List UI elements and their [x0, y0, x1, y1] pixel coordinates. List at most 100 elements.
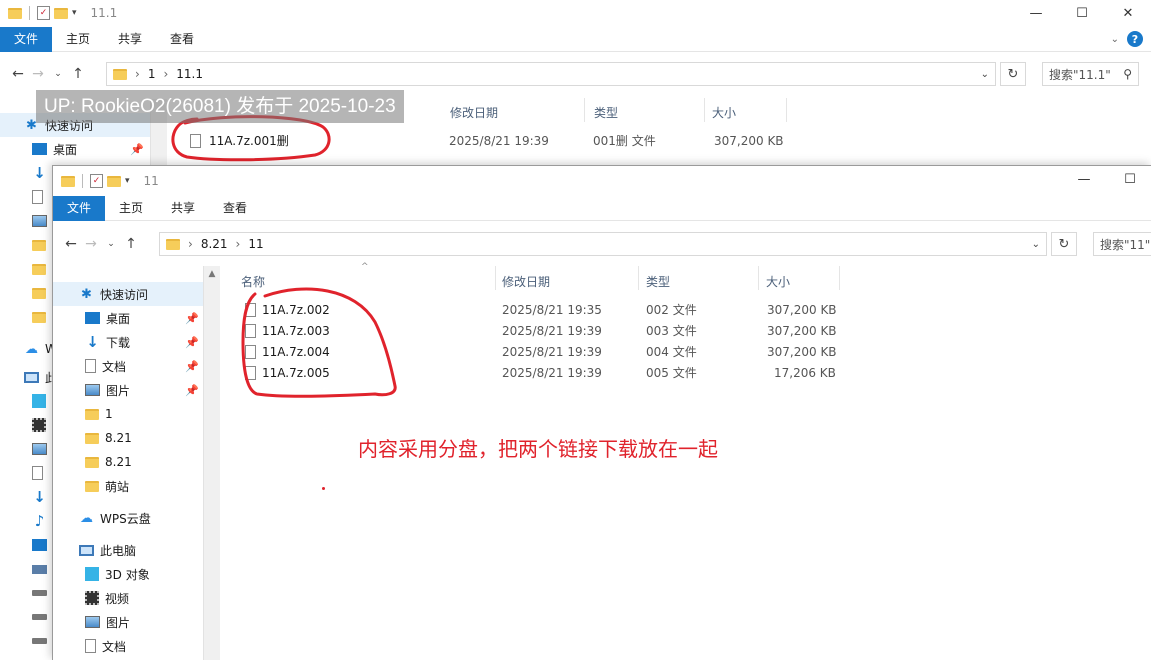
- chevron-down-icon[interactable]: ⌄: [1032, 239, 1040, 250]
- minimize-button[interactable]: —: [1061, 166, 1107, 192]
- customize-dropdown-icon[interactable]: ▾: [72, 8, 77, 18]
- sidebar-item-desktop[interactable]: 桌面 📌: [0, 137, 150, 161]
- back-arrow-icon[interactable]: ←: [61, 236, 81, 252]
- breadcrumb-item[interactable]: 1: [148, 67, 156, 81]
- file-icon: [190, 133, 201, 148]
- sidebar-item-pictures[interactable]: 图片 📌: [53, 378, 203, 402]
- column-divider[interactable]: [638, 266, 639, 290]
- file-type: 003 文件: [646, 324, 697, 338]
- address-bar[interactable]: › 1 › 11.1 ⌄: [106, 62, 996, 86]
- search-input[interactable]: 搜索"11.1" ⚲: [1042, 62, 1139, 86]
- folder-icon: [32, 311, 46, 323]
- refresh-button[interactable]: ↻: [1051, 232, 1077, 256]
- customize-dropdown-icon[interactable]: ▾: [125, 176, 130, 186]
- tab-share[interactable]: 共享: [104, 27, 156, 52]
- sidebar-item-label: 8.21: [105, 455, 132, 469]
- up-arrow-icon[interactable]: ↑: [121, 236, 141, 252]
- maximize-button[interactable]: ☐: [1059, 0, 1105, 26]
- picture-icon: [85, 616, 100, 628]
- folder-icon: [32, 287, 46, 299]
- pc-icon: [24, 371, 39, 383]
- recent-dropdown-icon[interactable]: ⌄: [101, 239, 121, 249]
- chevron-down-icon[interactable]: ⌄: [981, 69, 989, 80]
- tab-view[interactable]: 查看: [209, 196, 261, 221]
- help-icon[interactable]: ?: [1127, 31, 1143, 47]
- new-folder-icon[interactable]: [107, 175, 121, 187]
- column-divider[interactable]: [704, 98, 705, 122]
- folder-icon: [32, 263, 46, 275]
- sidebar-item-folder-1[interactable]: 1: [53, 402, 203, 426]
- forward-arrow-icon[interactable]: →: [28, 66, 48, 82]
- minimize-button[interactable]: —: [1013, 0, 1059, 26]
- tab-file[interactable]: 文件: [53, 195, 106, 221]
- sidebar-item-3d-objects[interactable]: 3D 对象: [53, 562, 203, 586]
- expand-ribbon-icon[interactable]: ⌄: [1111, 34, 1119, 45]
- sidebar-item-folder-8-21[interactable]: 8.21: [53, 426, 203, 450]
- window-controls: — ☐ ✕: [1013, 0, 1151, 26]
- properties-icon[interactable]: ✓: [90, 174, 103, 188]
- file-row[interactable]: 11A.7z.002 2025/8/21 19:35 002 文件 307,20…: [245, 299, 845, 320]
- search-input[interactable]: 搜索"11": [1093, 232, 1151, 256]
- column-header-name[interactable]: 名称: [241, 273, 265, 290]
- file-row[interactable]: 11A.7z.003 2025/8/21 19:39 003 文件 307,20…: [245, 320, 845, 341]
- refresh-button[interactable]: ↻: [1000, 62, 1026, 86]
- back-arrow-icon[interactable]: ←: [8, 66, 28, 82]
- sidebar-item-quick-access[interactable]: ✱ 快速访问: [53, 282, 203, 306]
- tab-home[interactable]: 主页: [52, 27, 104, 52]
- file-row[interactable]: 11A.7z.005 2025/8/21 19:39 005 文件 17,206…: [245, 362, 845, 383]
- download-icon: ↓: [33, 488, 46, 506]
- breadcrumb-item[interactable]: 11: [248, 237, 263, 251]
- file-row[interactable]: 11A.7z.004 2025/8/21 19:39 004 文件 307,20…: [245, 341, 845, 362]
- sidebar-item-downloads[interactable]: ↓ 下载 📌: [53, 330, 203, 354]
- sidebar-item-folder-8-21[interactable]: 8.21: [53, 450, 203, 474]
- sidebar-item-desktop[interactable]: 桌面 📌: [53, 306, 203, 330]
- column-divider[interactable]: [786, 98, 787, 122]
- sidebar-item-label: 萌站: [105, 479, 130, 494]
- address-bar[interactable]: › 8.21 › 11 ⌄: [159, 232, 1047, 256]
- close-button[interactable]: ✕: [1105, 0, 1151, 26]
- file-type: 004 文件: [646, 345, 697, 359]
- sidebar-scrollbar[interactable]: ▲: [203, 266, 220, 660]
- column-divider[interactable]: [495, 266, 496, 290]
- file-row[interactable]: 11A.7z.001删 2025/8/21 19:39 001删 文件 307,…: [190, 130, 790, 151]
- column-header-type[interactable]: 类型: [646, 273, 670, 290]
- tab-file[interactable]: 文件: [0, 26, 53, 52]
- tab-view[interactable]: 查看: [156, 27, 208, 52]
- forward-arrow-icon[interactable]: →: [81, 236, 101, 252]
- sidebar-item-this-pc[interactable]: 此电脑: [53, 538, 203, 562]
- column-divider[interactable]: [758, 266, 759, 290]
- column-header-date[interactable]: 修改日期: [450, 104, 498, 121]
- file-size: 307,200 KB: [767, 323, 837, 338]
- sidebar-item-documents[interactable]: 文档 📌: [53, 354, 203, 378]
- recent-dropdown-icon[interactable]: ⌄: [48, 69, 68, 79]
- column-header-size[interactable]: 大小: [712, 104, 736, 121]
- new-folder-icon[interactable]: [54, 7, 68, 19]
- divider: [29, 6, 30, 20]
- maximize-button[interactable]: ☐: [1107, 166, 1151, 192]
- sidebar-item-label: 图片: [106, 615, 131, 630]
- folder-icon: [85, 432, 99, 444]
- file-icon: [245, 323, 256, 338]
- sidebar-item-wps-cloud[interactable]: ☁ WPS云盘: [53, 506, 203, 530]
- watermark: UP: RookieO2(26081) 发布于 2025-10-23: [36, 90, 404, 123]
- ribbon-tabs: 文件 主页 共享 查看 ⌄ ?: [0, 26, 1151, 52]
- column-divider[interactable]: [839, 266, 840, 290]
- tab-home[interactable]: 主页: [105, 196, 157, 221]
- file-date: 2025/8/21 19:39: [502, 323, 602, 338]
- sidebar-item-folder-mengzhan[interactable]: 萌站: [53, 474, 203, 498]
- sidebar-item-pictures[interactable]: 图片: [53, 610, 203, 634]
- breadcrumb-item[interactable]: 11.1: [176, 67, 203, 81]
- properties-icon[interactable]: ✓: [37, 6, 50, 20]
- tab-share[interactable]: 共享: [157, 196, 209, 221]
- column-divider[interactable]: [584, 98, 585, 122]
- column-header-date[interactable]: 修改日期: [502, 273, 550, 290]
- sidebar-item-documents[interactable]: 文档: [53, 634, 203, 658]
- column-header-type[interactable]: 类型: [594, 104, 618, 121]
- sidebar-item-videos[interactable]: 视频: [53, 586, 203, 610]
- breadcrumb-item[interactable]: 8.21: [201, 237, 228, 251]
- up-arrow-icon[interactable]: ↑: [68, 66, 88, 82]
- drive-icon: [32, 590, 47, 596]
- column-header-size[interactable]: 大小: [766, 273, 790, 290]
- scroll-up-icon[interactable]: ▲: [204, 266, 220, 283]
- sidebar-item-label: 快速访问: [100, 287, 149, 302]
